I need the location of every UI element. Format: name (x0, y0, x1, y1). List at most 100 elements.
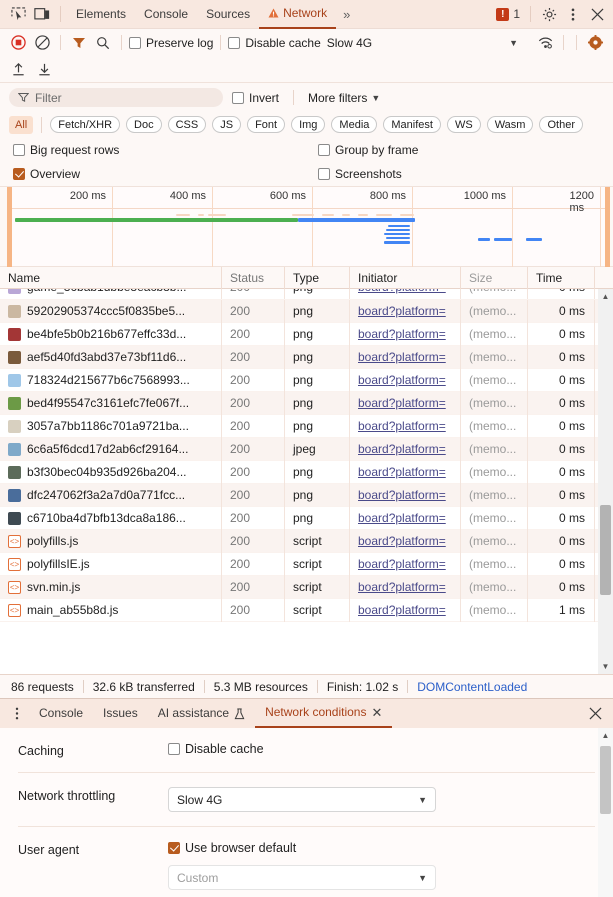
drawer-scrollbar-thumb[interactable] (600, 746, 611, 814)
initiator-link[interactable]: board?platform= (358, 392, 460, 415)
gear-icon[interactable] (537, 3, 561, 25)
overview-right-handle[interactable] (605, 187, 610, 267)
initiator-link[interactable]: board?platform= (358, 553, 460, 576)
cell-initiator[interactable]: board?platform= (350, 506, 461, 530)
table-vertical-scrollbar[interactable]: ▲ ▼ (598, 289, 613, 674)
disable-cache-checkbox[interactable]: Disable cache (228, 36, 321, 50)
column-header-time[interactable]: Time (528, 267, 595, 289)
cell-name[interactable]: game_36bab1dbbe8eacb8b... (0, 289, 222, 299)
scrollbar-thumb[interactable] (600, 505, 611, 595)
table-row[interactable]: game_36bab1dbbe8eacb8b... 200png board?pla… (0, 289, 613, 300)
initiator-link[interactable]: board?platform= (358, 415, 460, 438)
invert-checkbox[interactable]: Invert (232, 91, 279, 105)
table-row[interactable]: 3057a7bb1186c701a9721ba... 200 png board?pl… (0, 414, 613, 438)
initiator-link[interactable]: board?platform= (358, 346, 460, 369)
table-row[interactable]: b3f30bec04b935d926ba204... 200 png board?pl… (0, 460, 613, 484)
chip-manifest[interactable]: Manifest (383, 116, 441, 133)
drawer-tab-network-conditions[interactable]: Network conditions ✕ (255, 699, 393, 728)
group-by-frame-checkbox[interactable]: Group by frame (318, 143, 418, 157)
error-badge[interactable]: ! 1 (496, 7, 524, 21)
table-row[interactable]: c6710ba4d7bfb13dca8a186... 200 png board?pl… (0, 506, 613, 530)
screenshots-checkbox[interactable]: Screenshots (318, 167, 402, 181)
cell-initiator[interactable]: board?platform= (350, 368, 461, 392)
column-header-type[interactable]: Type (285, 267, 350, 289)
kebab-menu-icon[interactable] (561, 3, 585, 25)
scroll-up-arrow-icon[interactable]: ▲ (598, 289, 613, 304)
table-row[interactable]: dfc247062f3a2a7d0a771fcc... 200 png board?p… (0, 483, 613, 507)
drawer-tab-issues[interactable]: Issues (93, 699, 148, 728)
chip-fetch-xhr[interactable]: Fetch/XHR (50, 116, 121, 133)
record-stop-icon[interactable] (7, 32, 29, 54)
chip-media[interactable]: Media (331, 116, 378, 133)
chip-doc[interactable]: Doc (126, 116, 162, 133)
cell-initiator[interactable]: board?platform= (350, 437, 461, 461)
cell-name[interactable]: be4bfe5b0b216b677effc33d... (0, 322, 222, 346)
chip-ws[interactable]: WS (446, 116, 481, 133)
table-row[interactable]: 718324d215677b6c7568993... 200 png board?pl… (0, 368, 613, 392)
drawer-scroll-up-arrow-icon[interactable]: ▲ (598, 728, 613, 743)
cell-initiator[interactable]: board?platform= (350, 529, 461, 553)
initiator-link[interactable]: board?platform= (358, 599, 460, 622)
drawer-tab-ai-assistance[interactable]: AI assistance (148, 699, 255, 728)
throttling-select[interactable]: Slow 4G ▼ (168, 787, 436, 812)
tab-sources[interactable]: Sources (197, 0, 259, 29)
cell-name[interactable]: 3057a7bb1186c701a9721ba... (0, 414, 222, 438)
drawer-close-icon[interactable] (583, 703, 607, 725)
tab-elements[interactable]: Elements (67, 0, 135, 29)
cell-initiator[interactable]: board?platform= (350, 483, 461, 507)
cell-initiator[interactable]: board?platform= (350, 575, 461, 599)
more-filters-button[interactable]: More filters ▼ (308, 91, 380, 105)
network-conditions-icon[interactable] (534, 32, 556, 54)
initiator-link[interactable]: board?platform= (358, 289, 460, 299)
network-settings-gear-icon[interactable] (584, 32, 606, 54)
preserve-log-checkbox[interactable]: Preserve log (129, 36, 213, 50)
tab-console[interactable]: Console (135, 0, 197, 29)
cell-initiator[interactable]: board?platform= (350, 299, 461, 323)
cell-initiator[interactable]: board?platform= (350, 322, 461, 346)
export-har-icon[interactable] (33, 58, 55, 80)
initiator-link[interactable]: board?platform= (358, 484, 460, 507)
more-tabs-chevron-icon[interactable]: » (336, 0, 357, 29)
chip-img[interactable]: Img (291, 116, 326, 133)
table-row[interactable]: aef5d40fd3abd37e73bf11d6... 200 png board?p… (0, 345, 613, 369)
initiator-link[interactable]: board?platform= (358, 507, 460, 530)
column-header-size[interactable]: Size (461, 267, 528, 289)
initiator-link[interactable]: board?platform= (358, 438, 460, 461)
table-row[interactable]: bed4f95547c3161efc7fe067f... 200 png board?… (0, 391, 613, 415)
cell-name[interactable]: <> polyfillsIE.js (0, 552, 222, 576)
cell-name[interactable]: <> svn.min.js (0, 575, 222, 599)
chip-js[interactable]: JS (212, 116, 242, 133)
chip-font[interactable]: Font (247, 116, 286, 133)
chip-wasm[interactable]: Wasm (486, 116, 534, 133)
close-icon[interactable] (585, 3, 609, 25)
column-header-name[interactable]: Name (0, 267, 222, 289)
cell-name[interactable]: b3f30bec04b935d926ba204... (0, 460, 222, 484)
cell-initiator[interactable]: board?platform= (350, 345, 461, 369)
chip-css[interactable]: CSS (167, 116, 207, 133)
table-body[interactable]: game_36bab1dbbe8eacb8b...200pngboard?pla… (0, 289, 613, 674)
cell-initiator[interactable]: board?platform= (350, 289, 461, 299)
overview-left-handle[interactable] (7, 187, 12, 267)
cell-initiator[interactable]: board?platform= (350, 552, 461, 576)
table-row[interactable]: be4bfe5b0b216b677effc33d... 200 png board?p… (0, 322, 613, 346)
table-row[interactable]: <> polyfillsIE.js 200 script board?platform=… (0, 552, 613, 576)
initiator-link[interactable]: board?platform= (358, 576, 460, 599)
cell-name[interactable]: 718324d215677b6c7568993... (0, 368, 222, 392)
cell-initiator[interactable]: board?platform= (350, 391, 461, 415)
network-overview[interactable]: 200 ms 400 ms 600 ms 800 ms 1000 ms 1200… (0, 187, 613, 267)
cell-name[interactable]: aef5d40fd3abd37e73bf11d6... (0, 345, 222, 369)
initiator-link[interactable]: board?platform= (358, 323, 460, 346)
initiator-link[interactable]: board?platform= (358, 300, 460, 323)
inspect-element-icon[interactable] (6, 3, 30, 25)
cell-initiator[interactable]: board?platform= (350, 598, 461, 622)
cell-initiator[interactable]: board?platform= (350, 414, 461, 438)
throttle-select-value[interactable]: Slow 4G (327, 36, 372, 50)
cell-name[interactable]: <> main_ab55b8d.js (0, 598, 222, 622)
big-request-rows-checkbox[interactable]: Big request rows (13, 143, 318, 157)
cell-name[interactable]: <> polyfills.js (0, 529, 222, 553)
chip-all[interactable]: All (9, 115, 34, 134)
chip-other[interactable]: Other (539, 116, 583, 133)
cell-name[interactable]: dfc247062f3a2a7d0a771fcc... (0, 483, 222, 507)
import-har-icon[interactable] (7, 58, 29, 80)
drawer-tab-console[interactable]: Console (29, 699, 93, 728)
